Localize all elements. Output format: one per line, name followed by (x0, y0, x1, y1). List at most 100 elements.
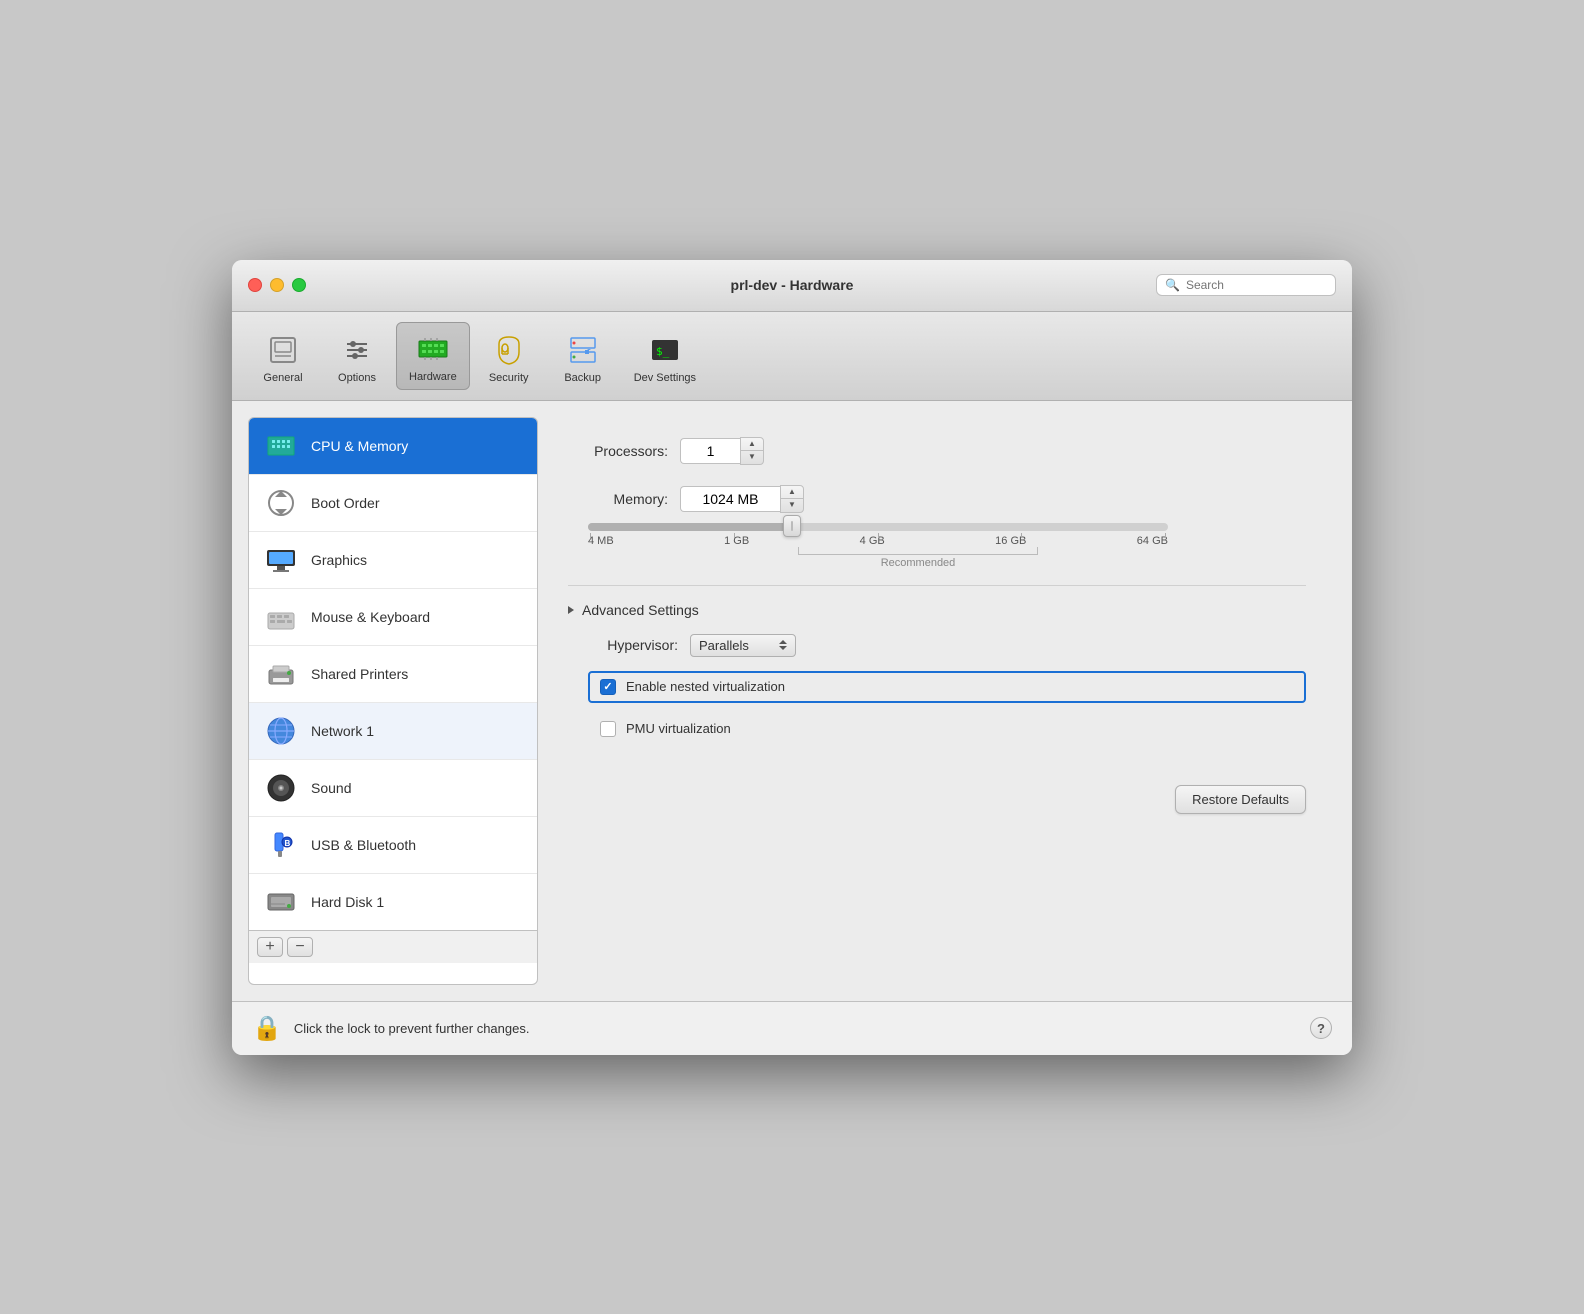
hard-disk-icon (263, 884, 299, 920)
hardware-label: Hardware (409, 371, 457, 383)
pmu-virt-label: PMU virtualization (626, 721, 731, 736)
nested-virt-row[interactable]: Enable nested virtualization (588, 671, 1306, 703)
processors-label: Processors: (568, 443, 668, 459)
select-arrow-down-icon (779, 646, 787, 650)
advanced-settings-title: Advanced Settings (582, 602, 699, 618)
svg-text:$_: $_ (656, 345, 670, 358)
sidebar-label-sound: Sound (311, 780, 351, 796)
sidebar-label-network: Network 1 (311, 723, 374, 739)
window-title: prl-dev - Hardware (731, 277, 854, 293)
minimize-button[interactable] (270, 278, 284, 292)
toolbar-item-dev-settings[interactable]: $_ Dev Settings (622, 324, 708, 390)
sound-icon (263, 770, 299, 806)
toolbar-item-backup[interactable]: Backup (548, 324, 618, 390)
memory-slider-fill (588, 523, 791, 531)
hypervisor-select[interactable]: Parallels (690, 634, 796, 657)
lock-icon[interactable]: 🔒 (252, 1014, 282, 1043)
boot-order-icon (263, 485, 299, 521)
nested-virt-label: Enable nested virtualization (626, 679, 785, 694)
toolbar-item-hardware[interactable]: Hardware (396, 322, 470, 390)
memory-increment-button[interactable]: ▲ (781, 486, 803, 499)
recommended-label: Recommended (628, 557, 1208, 569)
main-panel: Processors: ▲ ▼ Memory: ▲ ▼ (538, 417, 1336, 985)
graphics-icon (263, 542, 299, 578)
hypervisor-value: Parallels (699, 638, 749, 653)
toolbar-item-options[interactable]: Options (322, 324, 392, 390)
backup-icon (563, 330, 603, 370)
cpu-memory-icon (263, 428, 299, 464)
sidebar-label-shared-printers: Shared Printers (311, 666, 408, 682)
options-label: Options (338, 372, 376, 384)
sidebar-label-hard-disk: Hard Disk 1 (311, 894, 384, 910)
general-icon (263, 330, 303, 370)
select-arrow-up-icon (779, 640, 787, 644)
footer: 🔒 Click the lock to prevent further chan… (232, 1001, 1352, 1055)
titlebar: prl-dev - Hardware 🔍 (232, 260, 1352, 312)
options-icon (337, 330, 377, 370)
close-button[interactable] (248, 278, 262, 292)
sidebar-label-mouse-keyboard: Mouse & Keyboard (311, 609, 430, 625)
toolbar-item-security[interactable]: Security (474, 324, 544, 390)
sidebar-item-usb-bluetooth[interactable]: B USB & Bluetooth (249, 817, 537, 874)
hardware-icon (413, 329, 453, 369)
search-box[interactable]: 🔍 (1156, 274, 1336, 296)
processors-increment-button[interactable]: ▲ (741, 438, 763, 451)
memory-row: Memory: ▲ ▼ (568, 485, 1306, 513)
sidebar: CPU & Memory Boot Order (248, 417, 538, 985)
hypervisor-label: Hypervisor: (588, 637, 678, 653)
sidebar-item-graphics[interactable]: Graphics (249, 532, 537, 589)
memory-stepper-buttons: ▲ ▼ (780, 485, 804, 513)
memory-stepper: ▲ ▼ (680, 485, 804, 513)
traffic-lights (248, 278, 306, 292)
search-icon: 🔍 (1165, 278, 1180, 292)
sidebar-item-network[interactable]: Network 1 (249, 703, 537, 760)
processors-input[interactable] (680, 438, 740, 464)
memory-slider-container: 4 MB 1 GB 4 GB 16 GB 64 GB Recommended (588, 523, 1306, 569)
pmu-virt-row[interactable]: PMU virtualization (588, 713, 1306, 745)
svg-text:B: B (285, 839, 291, 848)
mouse-keyboard-icon (263, 599, 299, 635)
pmu-virt-checkbox[interactable] (600, 721, 616, 737)
shared-printers-icon (263, 656, 299, 692)
sidebar-item-mouse-keyboard[interactable]: Mouse & Keyboard (249, 589, 537, 646)
sidebar-label-graphics: Graphics (311, 552, 367, 568)
toolbar-item-general[interactable]: General (248, 324, 318, 390)
memory-slider-track[interactable] (588, 523, 1168, 531)
toolbar: General Options (232, 312, 1352, 401)
hypervisor-dropdown-arrow (779, 640, 787, 650)
hypervisor-row: Hypervisor: Parallels (588, 634, 1306, 657)
search-input[interactable] (1186, 278, 1327, 292)
memory-label: Memory: (568, 491, 668, 507)
memory-decrement-button[interactable]: ▼ (781, 499, 803, 512)
memory-input[interactable] (680, 486, 780, 512)
help-button[interactable]: ? (1310, 1017, 1332, 1039)
sidebar-label-boot-order: Boot Order (311, 495, 379, 511)
advanced-settings-header[interactable]: Advanced Settings (568, 602, 1306, 618)
processors-decrement-button[interactable]: ▼ (741, 451, 763, 464)
sidebar-label-cpu-memory: CPU & Memory (311, 438, 408, 454)
sidebar-item-boot-order[interactable]: Boot Order (249, 475, 537, 532)
restore-defaults-button[interactable]: Restore Defaults (1175, 785, 1306, 814)
sidebar-item-hard-disk[interactable]: Hard Disk 1 (249, 874, 537, 930)
footer-left: 🔒 Click the lock to prevent further chan… (252, 1014, 529, 1043)
content-area: CPU & Memory Boot Order (232, 401, 1352, 1001)
general-label: General (263, 372, 302, 384)
sidebar-label-usb-bluetooth: USB & Bluetooth (311, 837, 416, 853)
nested-virt-checkbox[interactable] (600, 679, 616, 695)
processors-row: Processors: ▲ ▼ (568, 437, 1306, 465)
collapse-icon (568, 606, 574, 614)
remove-device-button[interactable]: − (287, 937, 313, 957)
processors-stepper-buttons: ▲ ▼ (740, 437, 764, 465)
maximize-button[interactable] (292, 278, 306, 292)
sidebar-item-sound[interactable]: Sound (249, 760, 537, 817)
sidebar-item-cpu-memory[interactable]: CPU & Memory (249, 418, 537, 475)
footer-text: Click the lock to prevent further change… (294, 1021, 530, 1036)
dev-settings-label: Dev Settings (634, 372, 696, 384)
recommended-section: Recommended (588, 547, 1168, 569)
app-window: prl-dev - Hardware 🔍 General (232, 260, 1352, 1055)
processors-stepper: ▲ ▼ (680, 437, 764, 465)
add-device-button[interactable]: + (257, 937, 283, 957)
network-icon (263, 713, 299, 749)
sidebar-item-shared-printers[interactable]: Shared Printers (249, 646, 537, 703)
backup-label: Backup (564, 372, 601, 384)
